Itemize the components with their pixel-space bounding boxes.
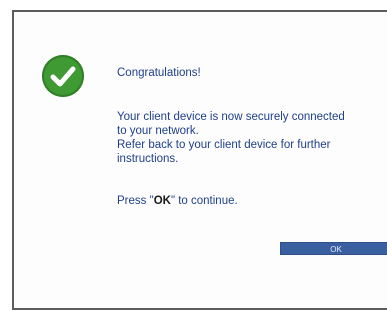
ok-button[interactable]: OK [280,242,387,255]
message-line-1: Your client device is now securely conne… [117,111,345,123]
dialog-title: Congratulations! [117,67,201,79]
success-dialog: Congratulations! Your client device is n… [12,10,387,310]
message-line-4: instructions. [117,153,179,165]
continue-key: OK [153,195,171,207]
success-check-icon [42,55,84,97]
message-line-2: to your network. [117,125,199,137]
continue-suffix: " to continue. [170,195,238,207]
continue-prefix: Press " [117,195,154,207]
message-line-3: Refer back to your client device for fur… [117,139,331,151]
continue-instruction: Press "OK" to continue. [117,194,238,208]
